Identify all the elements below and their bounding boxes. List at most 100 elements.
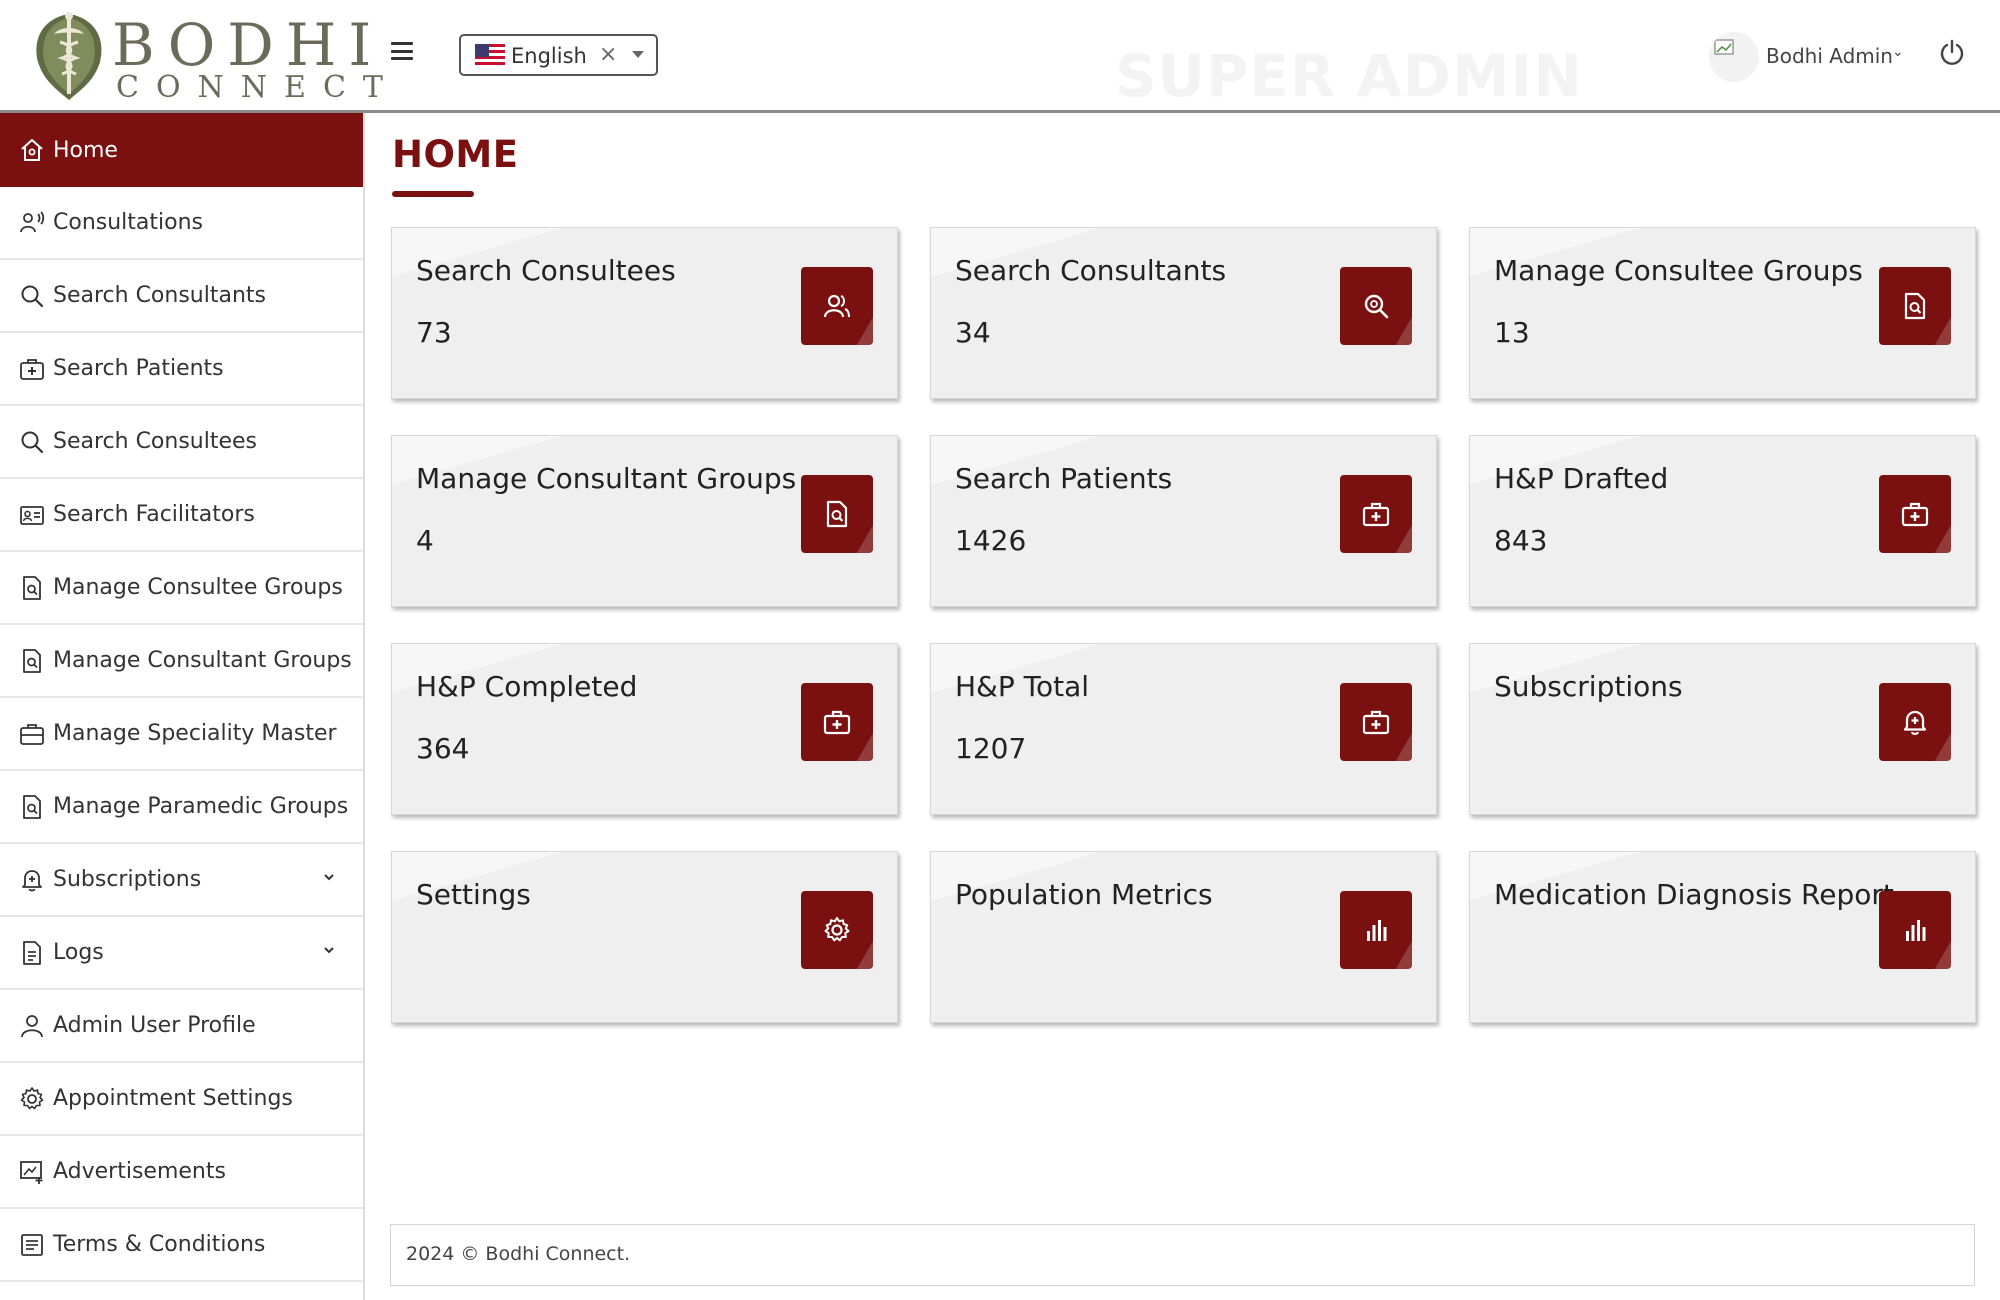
sidebar-item-label: Admin User Profile xyxy=(53,1013,256,1038)
user-name[interactable]: Bodhi Admin xyxy=(1766,44,1893,68)
bodhi-connect-logo[interactable]: BODHI CONNECT xyxy=(30,8,383,106)
logo-wordmark-bodhi: BODHI xyxy=(112,11,384,79)
card-title: Settings xyxy=(416,878,531,911)
sidebar-item-consultations[interactable]: Consultations xyxy=(0,187,363,260)
sidebar-item-search-consultants[interactable]: Search Consultants xyxy=(0,260,363,333)
sidebar-item-label: Manage Consultee Groups xyxy=(53,575,343,600)
card-value: 1207 xyxy=(955,732,1027,765)
bar-chart-icon xyxy=(1340,891,1412,969)
card-title: Search Patients xyxy=(955,462,1173,495)
medical-kit-icon xyxy=(1340,475,1412,553)
broken-image-icon xyxy=(1714,39,1734,55)
sidebar-item-label: Manage Consultant Groups xyxy=(53,648,352,673)
sidebar-item-admin-user-profile[interactable]: Admin User Profile xyxy=(0,990,363,1063)
sidebar-item-label: Search Consultants xyxy=(53,283,266,308)
card-value: 1426 xyxy=(955,524,1027,557)
card-hp-total[interactable]: H&P Total 1207 xyxy=(930,643,1437,815)
sidebar-item-label: Search Consultees xyxy=(53,429,258,454)
avatar[interactable] xyxy=(1709,32,1759,82)
document-search-icon xyxy=(23,794,41,819)
card-search-consultants[interactable]: Search Consultants 34 xyxy=(930,227,1437,399)
card-hp-drafted[interactable]: H&P Drafted 843 xyxy=(1469,435,1976,607)
sidebar-item-appointment-settings[interactable]: Appointment Settings xyxy=(0,1063,363,1136)
consultations-icon xyxy=(20,210,45,232)
language-selected-value: English xyxy=(511,44,587,68)
sidebar-item-label: Home xyxy=(53,137,118,163)
card-title: Medication Diagnosis Report xyxy=(1494,878,1894,911)
search-icon xyxy=(21,431,44,453)
card-settings[interactable]: Settings xyxy=(391,851,898,1023)
card-value: 843 xyxy=(1494,524,1548,557)
card-manage-consultant-groups[interactable]: Manage Consultant Groups 4 xyxy=(391,435,898,607)
card-hp-completed[interactable]: H&P Completed 364 xyxy=(391,643,898,815)
document-search-icon xyxy=(1879,267,1951,345)
sidebar-item-manage-paramedic-groups[interactable]: Manage Paramedic Groups xyxy=(0,771,363,844)
medical-kit-icon xyxy=(801,683,873,761)
bar-chart-icon xyxy=(1879,891,1951,969)
card-title: Manage Consultee Groups xyxy=(1494,254,1863,287)
card-value: 13 xyxy=(1494,316,1530,349)
card-subscriptions[interactable]: Subscriptions xyxy=(1469,643,1976,815)
card-search-consultees[interactable]: Search Consultees 73 xyxy=(391,227,898,399)
medical-kit-icon xyxy=(1879,475,1951,553)
card-value: 364 xyxy=(416,732,470,765)
card-population-metrics[interactable]: Population Metrics xyxy=(930,851,1437,1023)
card-value: 34 xyxy=(955,316,991,349)
sidebar-item-label: Logs xyxy=(53,940,104,965)
card-value: 4 xyxy=(416,524,434,557)
sidebar-item-label: Search Facilitators xyxy=(53,502,255,527)
document-search-icon xyxy=(801,475,873,553)
sidebar-item-manage-consultant-groups[interactable]: Manage Consultant Groups xyxy=(0,625,363,698)
card-title: Subscriptions xyxy=(1494,670,1683,703)
sidebar-item-label: Subscriptions xyxy=(53,867,202,892)
language-clear-icon[interactable]: × xyxy=(599,42,617,67)
chevron-down-icon[interactable] xyxy=(322,870,336,884)
leaf-caduceus-icon xyxy=(36,12,102,100)
document-search-icon xyxy=(23,575,41,600)
home-icon xyxy=(21,139,43,161)
sidebar-item-label: Advertisements xyxy=(53,1159,226,1184)
power-icon[interactable] xyxy=(1939,39,1965,67)
language-select[interactable]: English × xyxy=(459,34,658,76)
role-watermark: SUPER ADMIN xyxy=(1115,42,1583,110)
sidebar-item-label: Consultations xyxy=(53,210,203,235)
sidebar-item-manage-speciality-master[interactable]: Manage Speciality Master xyxy=(0,698,363,771)
title-underline xyxy=(392,191,474,197)
card-search-patients[interactable]: Search Patients 1426 xyxy=(930,435,1437,607)
sidebar-item-manage-consultee-groups[interactable]: Manage Consultee Groups xyxy=(0,552,363,625)
sidebar-item-label: Terms & Conditions xyxy=(53,1232,266,1257)
list-icon xyxy=(21,1233,43,1256)
sidebar-item-logs[interactable]: Logs xyxy=(0,917,363,990)
sidebar-item-label: Appointment Settings xyxy=(53,1086,293,1111)
medical-kit-icon xyxy=(20,723,44,745)
sidebar-item-terms-conditions[interactable]: Terms & Conditions xyxy=(0,1209,363,1282)
sidebar-item-label: Search Patients xyxy=(53,356,224,381)
sidebar-item-search-facilitators[interactable]: Search Facilitators xyxy=(0,479,363,552)
sidebar-item-search-consultees[interactable]: Search Consultees xyxy=(0,406,363,479)
sidebar-item-label: Manage Speciality Master xyxy=(53,721,337,746)
chevron-down-icon[interactable] xyxy=(322,943,336,957)
footer-copyright: 2024 © Bodhi Connect. xyxy=(406,1243,631,1265)
advert-icon xyxy=(20,1160,43,1184)
sidebar-item-subscriptions[interactable]: Subscriptions xyxy=(0,844,363,917)
sidebar-item-search-patients[interactable]: Search Patients xyxy=(0,333,363,406)
footer: 2024 © Bodhi Connect. xyxy=(390,1224,1975,1286)
us-flag-icon xyxy=(475,44,505,68)
card-value: 73 xyxy=(416,316,452,349)
id-card-icon xyxy=(20,505,44,525)
sidebar-item-home[interactable]: Home xyxy=(0,113,363,187)
page-title: HOME xyxy=(392,133,519,176)
file-icon xyxy=(23,940,41,965)
sidebar-item-label: Manage Paramedic Groups xyxy=(53,794,349,819)
chevron-down-icon[interactable] xyxy=(632,51,644,58)
card-medication-diagnosis-report[interactable]: Medication Diagnosis Report xyxy=(1469,851,1976,1023)
user-menu-chevron-icon[interactable]: ⌄ xyxy=(1892,44,1904,60)
menu-toggle-icon[interactable] xyxy=(391,42,413,60)
user-icon xyxy=(21,1014,43,1037)
card-title: H&P Drafted xyxy=(1494,462,1669,495)
sidebar-item-advertisements[interactable]: Advertisements xyxy=(0,1136,363,1209)
users-icon xyxy=(801,267,873,345)
card-manage-consultee-groups[interactable]: Manage Consultee Groups 13 xyxy=(1469,227,1976,399)
sidebar-nav: Home Consultations Search Consultants Se… xyxy=(0,113,365,1300)
logo-wordmark-connect: CONNECT xyxy=(116,70,400,105)
